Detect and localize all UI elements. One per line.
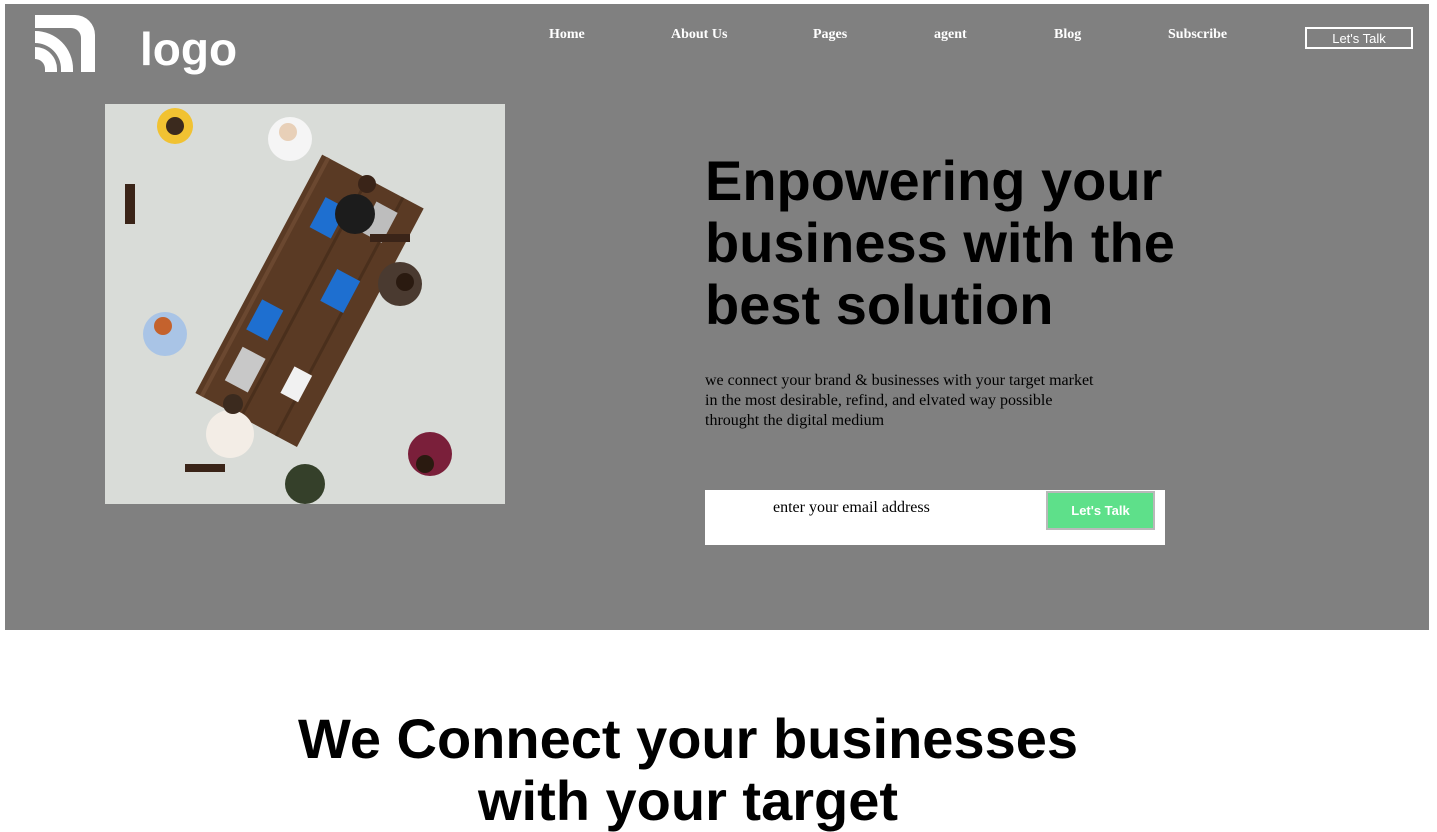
hero-subtitle-line: we connect your brand & businesses with … <box>705 372 1094 389</box>
team-meeting-photo-icon <box>105 104 505 504</box>
logo-text: logo <box>140 23 238 75</box>
logo[interactable]: logo <box>35 14 237 75</box>
section-title: We Connect your businesses with your tar… <box>0 708 1376 832</box>
header-lets-talk-button[interactable]: Let's Talk <box>1305 27 1413 49</box>
nav-about-us[interactable]: About Us <box>671 27 727 43</box>
nav-home[interactable]: Home <box>549 27 585 43</box>
hero-image <box>105 104 505 504</box>
email-signup-form: Let's Talk <box>705 490 1165 545</box>
section-title-line: with your target <box>477 769 899 832</box>
hero-subtitle-line: throught the digital medium <box>705 412 885 429</box>
hero-subtitle: we connect your brand & businesses with … <box>705 371 1145 431</box>
section-title-line: We Connect your businesses <box>297 707 1079 770</box>
email-input[interactable] <box>773 496 1033 520</box>
hero-subtitle-line: in the most desirable, refind, and elvat… <box>705 392 1053 409</box>
hero-title: Enpowering your business with the best s… <box>705 149 1175 336</box>
nav-pages[interactable]: Pages <box>813 27 847 43</box>
hero-section: logo Home About Us Pages agent Blog Subs… <box>5 4 1429 630</box>
nav-blog[interactable]: Blog <box>1054 27 1081 43</box>
logo-mark-icon <box>35 15 95 72</box>
lets-talk-submit-button[interactable]: Let's Talk <box>1046 491 1155 530</box>
nav-subscribe[interactable]: Subscribe <box>1168 27 1227 43</box>
nav-agent[interactable]: agent <box>934 27 967 43</box>
